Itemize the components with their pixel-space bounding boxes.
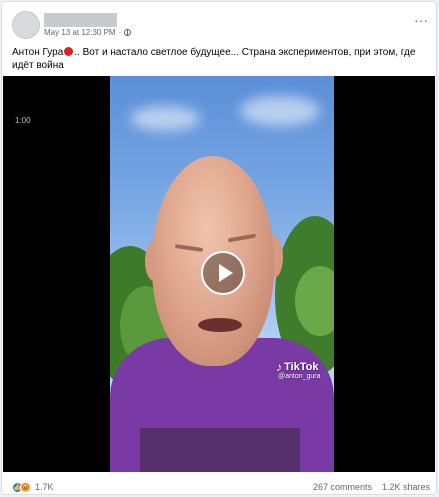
red-circle-icon xyxy=(64,47,74,56)
play-button-icon[interactable] xyxy=(201,251,245,295)
post-card: May 13 at 12:30 PM · ··· Антон Гура.. Во… xyxy=(1,1,437,495)
cloud xyxy=(240,96,320,126)
shirt-print xyxy=(140,428,300,472)
author-name-redacted[interactable] xyxy=(44,13,117,27)
post-text: Антон Гура.. Вот и настало светлое будущ… xyxy=(12,46,428,72)
globe-icon xyxy=(124,29,132,36)
mouth xyxy=(198,318,242,332)
shares-count[interactable]: 1.2K shares xyxy=(382,482,430,492)
angry-reaction-icon: 😡 xyxy=(20,481,31,493)
reactions[interactable]: 👍 😡 1.7K xyxy=(12,481,54,493)
avatar[interactable] xyxy=(12,11,40,39)
post-footer: 👍 😡 1.7K 267 comments 1.2K shares xyxy=(12,480,430,494)
tiktok-label: TikTok xyxy=(284,361,319,373)
separator-dot: · xyxy=(118,28,122,37)
cloud xyxy=(130,106,200,131)
more-options-icon[interactable]: ··· xyxy=(414,13,428,27)
post-meta: May 13 at 12:30 PM · xyxy=(44,28,132,37)
post-text-start: Антон Гура xyxy=(12,47,64,58)
post-timestamp[interactable]: May 13 at 12:30 PM xyxy=(44,28,116,37)
tiktok-logo-icon: ♪ xyxy=(276,360,282,374)
reactions-count[interactable]: 1.7K xyxy=(35,482,54,492)
tiktok-watermark: ♪ TikTok xyxy=(276,360,318,374)
tiktok-handle: @anton_gura xyxy=(278,373,321,380)
video-time: 1:00 xyxy=(15,116,31,125)
comments-count[interactable]: 267 comments xyxy=(313,482,372,492)
video-player[interactable]: 1:00 ♪ TikTok @anton_gura xyxy=(3,76,435,472)
